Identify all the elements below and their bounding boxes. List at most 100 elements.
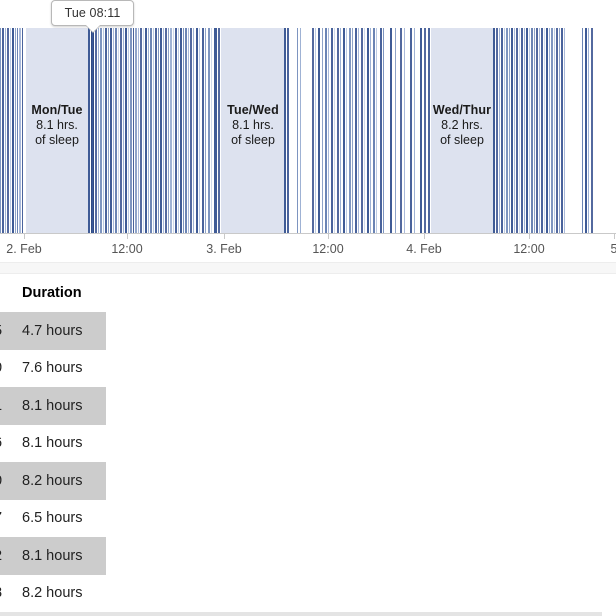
activity-bar[interactable] — [170, 28, 172, 233]
activity-bar[interactable] — [501, 28, 503, 233]
activity-bar[interactable] — [554, 28, 555, 233]
activity-bar[interactable] — [150, 28, 152, 233]
sleep-band[interactable] — [221, 28, 285, 233]
activity-bar[interactable] — [526, 28, 528, 233]
activity-bar[interactable] — [549, 28, 550, 233]
activity-bar[interactable] — [138, 28, 139, 233]
activity-bar[interactable] — [120, 28, 122, 233]
activity-bar[interactable] — [22, 28, 23, 233]
activity-bar[interactable] — [100, 28, 102, 233]
activity-bar[interactable] — [95, 28, 97, 233]
activity-bar[interactable] — [561, 28, 563, 233]
activity-bar[interactable] — [123, 28, 124, 233]
activity-bar[interactable] — [361, 28, 363, 233]
activity-bar[interactable] — [519, 28, 520, 233]
activity-bar[interactable] — [343, 28, 345, 233]
activity-bar[interactable] — [199, 28, 200, 233]
activity-bar[interactable] — [2, 28, 4, 233]
table-row[interactable]: 18.1 hours — [0, 387, 602, 425]
activity-bar[interactable] — [105, 28, 107, 233]
activity-bar[interactable] — [155, 28, 157, 233]
table-row[interactable]: 88.2 hours — [0, 574, 602, 612]
activity-bar[interactable] — [546, 28, 548, 233]
activity-bar[interactable] — [153, 28, 154, 233]
activity-bar[interactable] — [19, 28, 21, 233]
activity-bar[interactable] — [358, 28, 359, 233]
activity-bar[interactable] — [564, 28, 565, 233]
activity-bar[interactable] — [376, 28, 377, 233]
activity-bar[interactable] — [355, 28, 357, 233]
activity-bar[interactable] — [536, 28, 538, 233]
activity-bar[interactable] — [185, 28, 187, 233]
activity-bar[interactable] — [349, 28, 351, 233]
activity-bar[interactable] — [334, 28, 335, 233]
activity-bar[interactable] — [135, 28, 137, 233]
activity-bar[interactable] — [404, 28, 405, 233]
activity-bar[interactable] — [98, 28, 99, 233]
activity-bar[interactable] — [370, 28, 371, 233]
activity-bar[interactable] — [173, 28, 174, 233]
activity-bar[interactable] — [516, 28, 518, 233]
activity-bar[interactable] — [325, 28, 327, 233]
table-row[interactable]: 76.5 hours — [0, 499, 602, 537]
activity-bar[interactable] — [128, 28, 129, 233]
activity-bar[interactable] — [514, 28, 515, 233]
chart-plot-area[interactable]: Mon/Tue 8.1 hrs. of sleep Tue/Wed 8.1 hrs. of… — [0, 28, 616, 233]
activity-bar[interactable] — [529, 28, 530, 233]
activity-bar[interactable] — [328, 28, 329, 233]
activity-bar[interactable] — [118, 28, 119, 233]
activity-bar[interactable] — [315, 28, 316, 233]
activity-bar[interactable] — [318, 28, 320, 233]
activity-bar[interactable] — [340, 28, 341, 233]
sleep-band[interactable] — [431, 28, 493, 233]
activity-bar[interactable] — [364, 28, 365, 233]
activity-bar[interactable] — [541, 28, 543, 233]
activity-bar[interactable] — [125, 28, 127, 233]
activity-bar[interactable] — [0, 28, 1, 233]
activity-bar[interactable] — [521, 28, 523, 233]
activity-bar[interactable] — [196, 28, 198, 233]
activity-bar[interactable] — [130, 28, 132, 233]
activity-bar[interactable] — [168, 28, 169, 233]
sleep-chart[interactable]: Tue 08:11 Mon/Tue 8.1 hrs. of sleep Tue/Wed… — [0, 0, 616, 262]
activity-bar[interactable] — [400, 28, 402, 233]
activity-bar[interactable] — [211, 28, 212, 233]
table-row[interactable]: 08.2 hours — [0, 462, 602, 500]
activity-bar[interactable] — [113, 28, 114, 233]
activity-bar[interactable] — [205, 28, 206, 233]
activity-bar[interactable] — [193, 28, 194, 233]
activity-bar[interactable] — [337, 28, 339, 233]
activity-bar[interactable] — [287, 28, 289, 233]
activity-bar[interactable] — [12, 28, 14, 233]
activity-bar[interactable] — [511, 28, 513, 233]
activity-bar[interactable] — [180, 28, 182, 233]
activity-bar[interactable] — [534, 28, 535, 233]
activity-bar[interactable] — [346, 28, 347, 233]
activity-bar[interactable] — [395, 28, 396, 233]
activity-bar[interactable] — [214, 28, 217, 233]
activity-bar[interactable] — [414, 28, 415, 233]
activity-bar[interactable] — [367, 28, 369, 233]
activity-bar[interactable] — [163, 28, 164, 233]
activity-bar[interactable] — [208, 28, 210, 233]
table-row[interactable]: 54.7 hours — [0, 312, 602, 350]
activity-bar[interactable] — [588, 28, 589, 233]
table-row[interactable]: 68.1 hours — [0, 424, 602, 462]
activity-bar[interactable] — [591, 28, 593, 233]
activity-bar[interactable] — [218, 28, 220, 233]
activity-bar[interactable] — [103, 28, 104, 233]
activity-bar[interactable] — [496, 28, 498, 233]
activity-bar[interactable] — [284, 28, 286, 233]
activity-bar[interactable] — [539, 28, 540, 233]
activity-bar[interactable] — [322, 28, 323, 233]
activity-bar[interactable] — [297, 28, 298, 233]
activity-bar[interactable] — [312, 28, 314, 233]
activity-bar[interactable] — [410, 28, 412, 233]
activity-bar[interactable] — [499, 28, 500, 233]
activity-bar[interactable] — [160, 28, 162, 233]
activity-bar[interactable] — [544, 28, 545, 233]
activity-bar[interactable] — [165, 28, 167, 233]
activity-bar[interactable] — [145, 28, 147, 233]
activity-bar[interactable] — [143, 28, 144, 233]
activity-bar[interactable] — [383, 28, 384, 233]
